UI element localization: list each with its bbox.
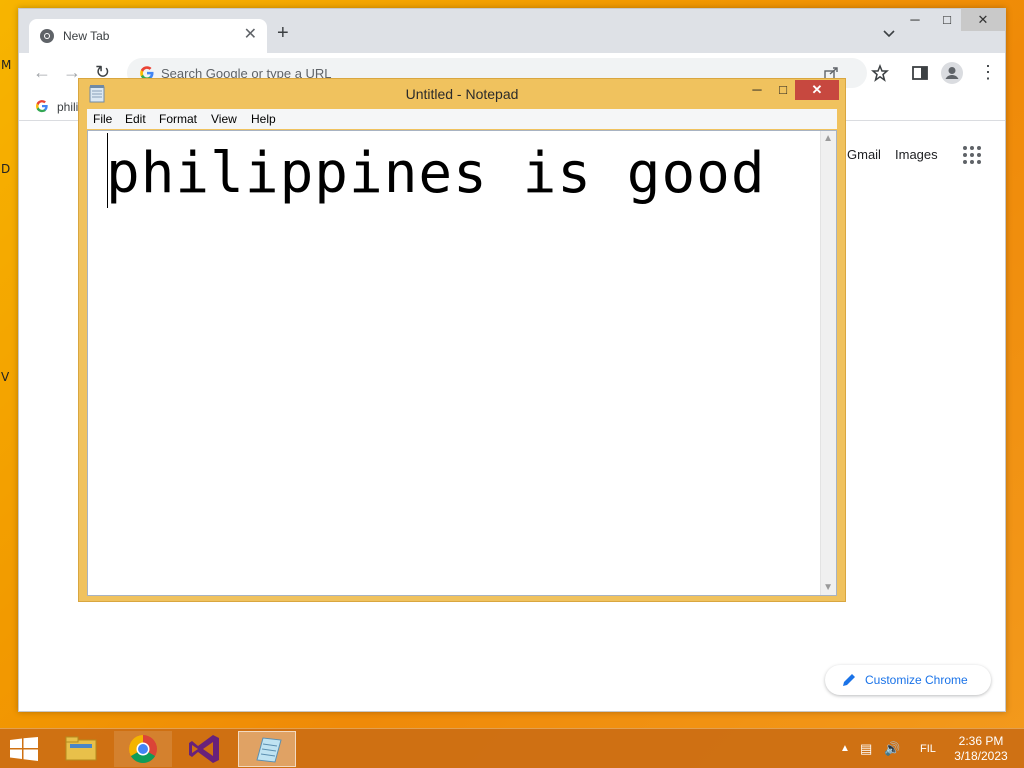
taskbar-visual-studio[interactable] bbox=[176, 731, 234, 767]
scroll-down-icon[interactable]: ▼ bbox=[823, 582, 833, 593]
vertical-scrollbar[interactable]: ▲ ▼ bbox=[820, 131, 836, 595]
clock-time: 2:36 PM bbox=[958, 734, 1004, 748]
folder-icon bbox=[65, 736, 97, 761]
back-arrow-icon[interactable]: ← bbox=[33, 63, 51, 81]
tab-title: New Tab bbox=[63, 29, 110, 43]
notepad-icon bbox=[256, 737, 282, 763]
language-indicator[interactable]: FIL bbox=[920, 743, 936, 755]
images-link[interactable]: Images bbox=[895, 147, 938, 162]
visual-studio-icon bbox=[189, 735, 219, 763]
menu-view[interactable]: View bbox=[211, 112, 237, 126]
more-menu-icon[interactable]: ⋮ bbox=[979, 63, 997, 81]
notepad-text-area[interactable]: philippines is good ▲ ▼ bbox=[87, 130, 837, 596]
clock[interactable]: 2:36 PM 3/18/2023 bbox=[948, 734, 1014, 764]
pencil-icon bbox=[843, 674, 855, 686]
minimize-button[interactable]: ─ bbox=[747, 80, 767, 100]
taskbar-chrome[interactable] bbox=[114, 731, 172, 767]
chrome-icon bbox=[129, 735, 157, 763]
desktop-icon-label: M bbox=[1, 58, 12, 72]
windows-start-icon[interactable] bbox=[10, 737, 38, 761]
google-apps-icon[interactable] bbox=[963, 146, 981, 164]
customize-chrome-button[interactable]: Customize Chrome bbox=[825, 665, 991, 695]
menu-format[interactable]: Format bbox=[159, 112, 197, 126]
star-icon[interactable] bbox=[871, 64, 889, 82]
show-hidden-icons-icon[interactable]: ▲ bbox=[840, 743, 850, 754]
menu-file[interactable]: File bbox=[93, 112, 112, 126]
new-tab-button[interactable]: + bbox=[277, 23, 289, 43]
close-button[interactable]: ✕ bbox=[795, 80, 839, 100]
side-panel-icon[interactable] bbox=[911, 64, 929, 82]
volume-icon[interactable]: 🔊 bbox=[884, 741, 900, 757]
maximize-button[interactable]: □ bbox=[773, 80, 793, 100]
network-icon[interactable]: ▤ bbox=[860, 741, 872, 757]
taskbar-notepad[interactable] bbox=[238, 731, 296, 767]
profile-avatar-icon[interactable] bbox=[941, 62, 963, 84]
notepad-title: Untitled - Notepad bbox=[405, 86, 519, 102]
gmail-link[interactable]: Gmail bbox=[847, 147, 881, 162]
scroll-up-icon[interactable]: ▲ bbox=[823, 133, 833, 144]
taskbar-file-explorer[interactable] bbox=[52, 731, 110, 767]
taskbar: ▲ ▤ 🔊 FIL 2:36 PM 3/18/2023 bbox=[0, 728, 1024, 768]
google-g-icon bbox=[36, 100, 48, 113]
menu-help[interactable]: Help bbox=[251, 112, 276, 126]
menu-edit[interactable]: Edit bbox=[125, 112, 146, 126]
close-button[interactable]: ✕ bbox=[961, 9, 1005, 31]
bookmark-item[interactable]: phili bbox=[57, 100, 78, 114]
clock-date: 3/18/2023 bbox=[954, 749, 1008, 763]
customize-chrome-label: Customize Chrome bbox=[865, 673, 968, 687]
close-icon[interactable]: ✕ bbox=[244, 26, 257, 44]
chrome-tabstrip: New Tab ✕ + ─ □ ✕ bbox=[19, 9, 1005, 53]
notepad-menubar: File Edit Format View Help bbox=[87, 109, 837, 129]
tab-new-tab[interactable]: New Tab ✕ bbox=[29, 19, 267, 53]
desktop-icon-label: V bbox=[1, 370, 10, 384]
chrome-icon bbox=[40, 29, 54, 43]
desktop-icon-label: D bbox=[1, 162, 11, 176]
notepad-content: philippines is good bbox=[106, 141, 766, 206]
chevron-down-icon[interactable] bbox=[883, 27, 895, 39]
notepad-window: Untitled - Notepad ─ □ ✕ File Edit Forma… bbox=[78, 78, 846, 602]
